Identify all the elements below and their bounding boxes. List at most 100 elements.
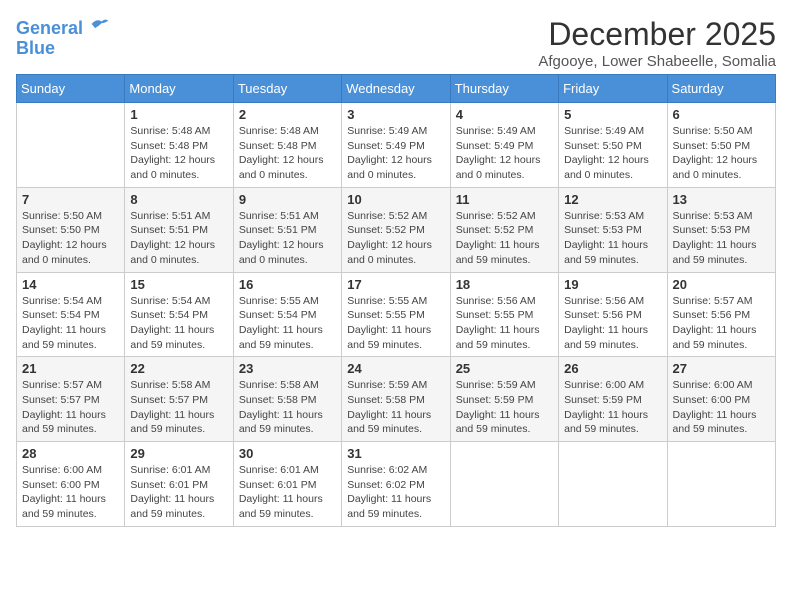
day-number: 24 [347,361,444,376]
logo-text: General Blue [16,16,110,59]
calendar-cell: 30 Sunrise: 6:01 AM Sunset: 6:01 PM Dayli… [233,442,341,527]
calendar-cell: 8 Sunrise: 5:51 AM Sunset: 5:51 PM Daylig… [125,187,233,272]
day-number: 31 [347,446,444,461]
cell-content: Sunrise: 5:54 AM Sunset: 5:54 PM Dayligh… [130,294,227,353]
calendar-header-row: SundayMondayTuesdayWednesdayThursdayFrid… [17,75,776,103]
calendar-week-5: 28Sunrise: 6:00 AM Sunset: 6:00 PM Dayli… [17,442,776,527]
calendar-cell: 10Sunrise: 5:52 AM Sunset: 5:52 PM Dayli… [342,187,450,272]
logo-bird-icon [90,14,110,34]
day-number: 23 [239,361,336,376]
cell-content: Sunrise: 5:57 AM Sunset: 5:57 PM Dayligh… [22,378,119,437]
day-number: 26 [564,361,661,376]
calendar-cell: 14Sunrise: 5:54 AM Sunset: 5:54 PM Dayli… [17,272,125,357]
cell-content: Sunrise: 6:00 AM Sunset: 5:59 PM Dayligh… [564,378,661,437]
page-header: General Blue December 2025 Afgooye, Lowe… [16,16,776,70]
logo: General Blue [16,16,110,59]
day-number: 30 [239,446,336,461]
calendar-cell: 3 Sunrise: 5:49 AM Sunset: 5:49 PM Daylig… [342,103,450,188]
cell-content: Sunrise: 5:51 AM Sunset: 5:51 PM Dayligh… [239,209,336,268]
cell-content: Sunrise: 6:01 AM Sunset: 6:01 PM Dayligh… [130,463,227,522]
cell-content: Sunrise: 6:02 AM Sunset: 6:02 PM Dayligh… [347,463,444,522]
calendar-cell: 20 Sunrise: 5:57 AM Sunset: 5:56 PM Dayli… [667,272,775,357]
day-number: 2 [239,107,336,122]
calendar-cell: 15 Sunrise: 5:54 AM Sunset: 5:54 PM Dayli… [125,272,233,357]
calendar-cell: 26 Sunrise: 6:00 AM Sunset: 5:59 PM Dayli… [559,357,667,442]
calendar-cell: 22Sunrise: 5:58 AM Sunset: 5:57 PM Dayli… [125,357,233,442]
cell-content: Sunrise: 6:00 AM Sunset: 6:00 PM Dayligh… [673,378,770,437]
calendar-week-2: 7 Sunrise: 5:50 AM Sunset: 5:50 PM Daylig… [17,187,776,272]
calendar-cell: 18Sunrise: 5:56 AM Sunset: 5:55 PM Dayli… [450,272,558,357]
logo-part2: Blue [16,38,55,58]
day-number: 18 [456,277,553,292]
calendar-cell: 2 Sunrise: 5:48 AM Sunset: 5:48 PM Daylig… [233,103,341,188]
calendar-week-4: 21 Sunrise: 5:57 AM Sunset: 5:57 PM Dayli… [17,357,776,442]
day-number: 6 [673,107,770,122]
cell-content: Sunrise: 5:51 AM Sunset: 5:51 PM Dayligh… [130,209,227,268]
calendar-cell: 23 Sunrise: 5:58 AM Sunset: 5:58 PM Dayli… [233,357,341,442]
cell-content: Sunrise: 5:56 AM Sunset: 5:56 PM Dayligh… [564,294,661,353]
day-number: 21 [22,361,119,376]
day-number: 27 [673,361,770,376]
calendar-week-3: 14Sunrise: 5:54 AM Sunset: 5:54 PM Dayli… [17,272,776,357]
day-number: 1 [130,107,227,122]
day-number: 25 [456,361,553,376]
cell-content: Sunrise: 5:49 AM Sunset: 5:49 PM Dayligh… [456,124,553,183]
day-header-saturday: Saturday [667,75,775,103]
day-number: 20 [673,277,770,292]
cell-content: Sunrise: 5:58 AM Sunset: 5:58 PM Dayligh… [239,378,336,437]
day-number: 11 [456,192,553,207]
calendar-cell: 9 Sunrise: 5:51 AM Sunset: 5:51 PM Daylig… [233,187,341,272]
cell-content: Sunrise: 5:49 AM Sunset: 5:50 PM Dayligh… [564,124,661,183]
calendar-cell: 25 Sunrise: 5:59 AM Sunset: 5:59 PM Dayli… [450,357,558,442]
day-header-sunday: Sunday [17,75,125,103]
calendar-week-1: 1 Sunrise: 5:48 AM Sunset: 5:48 PM Daylig… [17,103,776,188]
day-number: 29 [130,446,227,461]
day-header-wednesday: Wednesday [342,75,450,103]
cell-content: Sunrise: 6:01 AM Sunset: 6:01 PM Dayligh… [239,463,336,522]
calendar-cell: 6Sunrise: 5:50 AM Sunset: 5:50 PM Daylig… [667,103,775,188]
calendar-cell: 7 Sunrise: 5:50 AM Sunset: 5:50 PM Daylig… [17,187,125,272]
cell-content: Sunrise: 5:59 AM Sunset: 5:58 PM Dayligh… [347,378,444,437]
day-header-tuesday: Tuesday [233,75,341,103]
day-number: 7 [22,192,119,207]
day-number: 5 [564,107,661,122]
cell-content: Sunrise: 5:53 AM Sunset: 5:53 PM Dayligh… [564,209,661,268]
cell-content: Sunrise: 5:49 AM Sunset: 5:49 PM Dayligh… [347,124,444,183]
calendar-cell: 19 Sunrise: 5:56 AM Sunset: 5:56 PM Dayli… [559,272,667,357]
cell-content: Sunrise: 5:55 AM Sunset: 5:55 PM Dayligh… [347,294,444,353]
day-number: 9 [239,192,336,207]
title-area: December 2025 Afgooye, Lower Shabeelle, … [538,16,776,70]
day-number: 19 [564,277,661,292]
calendar-cell: 27 Sunrise: 6:00 AM Sunset: 6:00 PM Dayli… [667,357,775,442]
day-number: 3 [347,107,444,122]
cell-content: Sunrise: 5:48 AM Sunset: 5:48 PM Dayligh… [239,124,336,183]
day-number: 16 [239,277,336,292]
cell-content: Sunrise: 5:55 AM Sunset: 5:54 PM Dayligh… [239,294,336,353]
day-number: 28 [22,446,119,461]
cell-content: Sunrise: 5:52 AM Sunset: 5:52 PM Dayligh… [456,209,553,268]
day-number: 8 [130,192,227,207]
calendar-cell [450,442,558,527]
cell-content: Sunrise: 5:52 AM Sunset: 5:52 PM Dayligh… [347,209,444,268]
cell-content: Sunrise: 5:50 AM Sunset: 5:50 PM Dayligh… [22,209,119,268]
cell-content: Sunrise: 5:54 AM Sunset: 5:54 PM Dayligh… [22,294,119,353]
calendar-cell: 21 Sunrise: 5:57 AM Sunset: 5:57 PM Dayli… [17,357,125,442]
cell-content: Sunrise: 5:53 AM Sunset: 5:53 PM Dayligh… [673,209,770,268]
calendar-cell: 5 Sunrise: 5:49 AM Sunset: 5:50 PM Daylig… [559,103,667,188]
calendar-cell: 29 Sunrise: 6:01 AM Sunset: 6:01 PM Dayli… [125,442,233,527]
calendar-cell: 16 Sunrise: 5:55 AM Sunset: 5:54 PM Dayli… [233,272,341,357]
day-header-monday: Monday [125,75,233,103]
calendar-body: 1 Sunrise: 5:48 AM Sunset: 5:48 PM Daylig… [17,103,776,527]
cell-content: Sunrise: 5:59 AM Sunset: 5:59 PM Dayligh… [456,378,553,437]
calendar-cell: 24 Sunrise: 5:59 AM Sunset: 5:58 PM Dayli… [342,357,450,442]
day-number: 12 [564,192,661,207]
day-number: 13 [673,192,770,207]
calendar-cell [17,103,125,188]
day-header-thursday: Thursday [450,75,558,103]
month-title: December 2025 [538,16,776,53]
day-number: 15 [130,277,227,292]
day-number: 17 [347,277,444,292]
cell-content: Sunrise: 5:57 AM Sunset: 5:56 PM Dayligh… [673,294,770,353]
day-header-friday: Friday [559,75,667,103]
calendar-cell: 17 Sunrise: 5:55 AM Sunset: 5:55 PM Dayli… [342,272,450,357]
